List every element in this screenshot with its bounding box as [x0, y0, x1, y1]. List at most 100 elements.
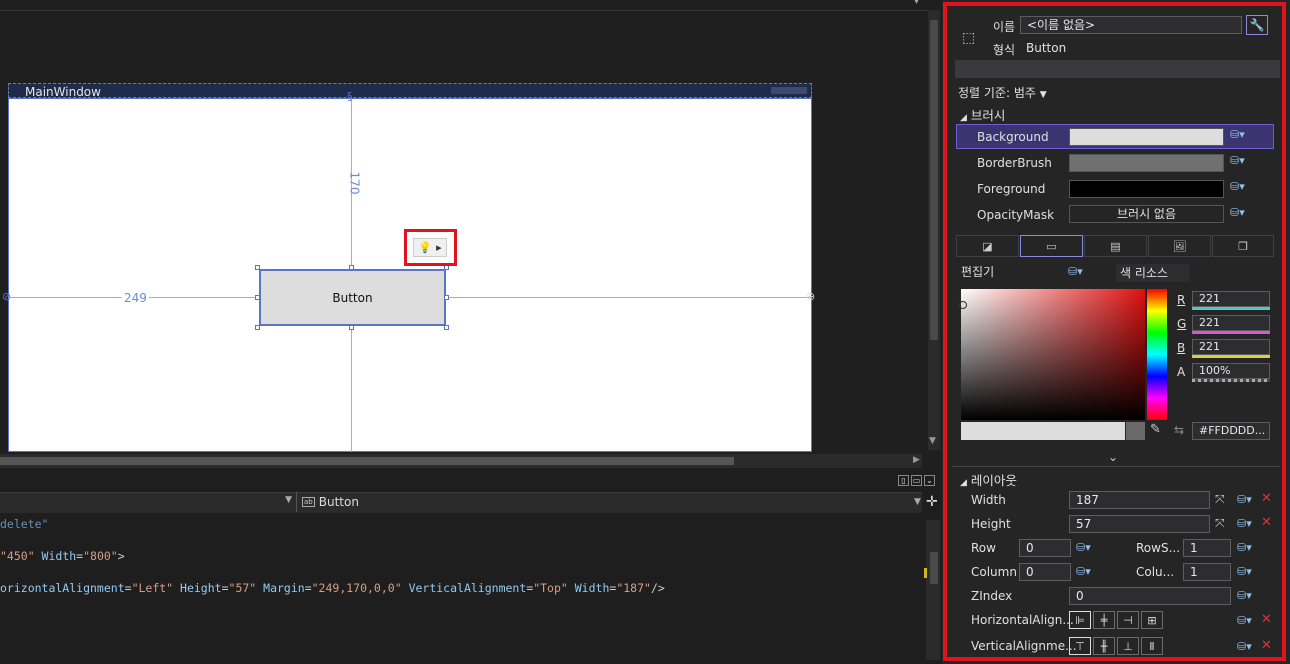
expand-chevron-icon[interactable]: ⌄ [1108, 450, 1118, 464]
top-anchor-icon[interactable]: § [347, 90, 353, 103]
zindex-field[interactable]: 0 [1069, 587, 1231, 605]
add-split-icon[interactable]: ✛ [926, 494, 938, 510]
element-dropdown[interactable]: ab Button [302, 495, 359, 509]
resource-dropdown-icon[interactable]: ⛁▾ [1237, 614, 1252, 627]
resize-handle[interactable] [255, 265, 260, 270]
name-field[interactable]: <이름 없음> [1020, 16, 1242, 34]
clear-value-icon[interactable]: ✕ [1261, 612, 1272, 627]
b-slider[interactable] [1192, 355, 1270, 358]
clear-value-icon[interactable]: ✕ [1261, 638, 1272, 653]
code-line-1[interactable]: delete" [0, 517, 48, 531]
resource-dropdown-icon[interactable]: ⛁▾ [1230, 154, 1245, 167]
swap-format-icon[interactable]: ⇆ [1174, 423, 1184, 437]
brush-section-header[interactable]: ◢ 브러시 [960, 105, 1005, 124]
resource-dropdown-icon[interactable]: ⛁▾ [1237, 565, 1252, 578]
no-brush-tab[interactable]: ◪ [956, 235, 1019, 257]
resource-dropdown-icon[interactable]: ⛁▾ [1230, 128, 1245, 141]
align-right-icon[interactable]: ⊣ [1117, 611, 1139, 629]
layout-section-header[interactable]: ◢ 레이아웃 [960, 470, 1017, 489]
split-view-controls: ▯ ▭ ⌄ [898, 475, 935, 486]
resize-handle[interactable] [444, 325, 449, 330]
color-cursor[interactable] [959, 301, 967, 309]
rowspan-field[interactable]: 1 [1183, 539, 1231, 557]
chevron-down-icon[interactable]: ▼ [914, 497, 921, 507]
resize-handle[interactable] [444, 295, 449, 300]
resize-handle[interactable] [255, 295, 260, 300]
selected-button[interactable]: Button [259, 269, 446, 326]
resource-dropdown-icon[interactable]: ⛁▾ [1237, 493, 1252, 506]
chevron-down-icon: ▼ [1039, 90, 1047, 100]
hue-slider[interactable] [1147, 289, 1167, 420]
align-vstretch-icon[interactable]: Ⅱ [1141, 637, 1163, 655]
a-slider[interactable] [1192, 379, 1270, 382]
height-field[interactable]: 57 [1069, 515, 1210, 533]
sort-by-dropdown[interactable]: 정렬 기준: 범주 ▼ [958, 84, 1047, 101]
scroll-down-arrow-icon[interactable]: ▼ [929, 436, 936, 446]
r-field[interactable]: 221 [1192, 291, 1270, 307]
r-label: R [1177, 293, 1186, 307]
code-line-3[interactable]: orizontalAlignment="Left" Height="57" Ma… [0, 581, 665, 595]
clear-value-icon[interactable]: ✕ [1261, 491, 1272, 506]
row-field[interactable]: 0 [1019, 539, 1071, 557]
color-resource-button[interactable]: 색 리소스 [1116, 264, 1190, 282]
width-field[interactable]: 187 [1069, 491, 1210, 509]
editor-resource-dropdown-icon[interactable]: ⛁▾ [1068, 265, 1083, 278]
resize-handle[interactable] [349, 325, 354, 330]
colspan-field[interactable]: 1 [1183, 563, 1231, 581]
align-center-icon[interactable]: ╪ [1093, 611, 1115, 629]
resource-dropdown-icon[interactable]: ⛁▾ [1237, 589, 1252, 602]
gradient-brush-tab[interactable]: ▤ [1084, 235, 1147, 257]
quick-actions-button[interactable]: 💡 ▸ [413, 238, 447, 257]
image-brush-tab[interactable]: 🖼 [1148, 235, 1211, 257]
g-field[interactable]: 221 [1192, 315, 1270, 331]
a-label: A [1177, 365, 1186, 379]
split-vertical-icon[interactable]: ▯ [898, 475, 909, 486]
align-middle-icon[interactable]: ╫ [1093, 637, 1115, 655]
left-anchor-icon[interactable]: ⊘ [2, 290, 11, 303]
chevron-down-icon[interactable]: ▾ [914, 0, 919, 7]
resize-handle[interactable] [349, 265, 354, 270]
resource-dropdown-icon[interactable]: ⛁▾ [1237, 541, 1252, 554]
solid-brush-tab[interactable]: ▭ [1020, 235, 1083, 257]
resource-dropdown-icon[interactable]: ⛁▾ [1076, 541, 1091, 554]
resource-dropdown-icon[interactable]: ⛁▾ [1230, 180, 1245, 193]
a-field[interactable]: 100% [1192, 363, 1270, 379]
b-field[interactable]: 221 [1192, 339, 1270, 355]
align-top-icon[interactable]: ⊤ [1069, 637, 1091, 655]
hex-value-field[interactable]: #FFDDDD... [1192, 422, 1270, 440]
horizontal-scroll-thumb[interactable] [0, 457, 734, 465]
wrench-icon[interactable]: 🔧 [1246, 15, 1268, 35]
r-slider[interactable] [1192, 307, 1270, 310]
vertical-scroll-thumb[interactable] [930, 20, 938, 340]
saturation-value-picker[interactable] [961, 289, 1145, 420]
auto-size-icon[interactable]: ⤧ [1215, 516, 1225, 531]
scope-dropdown[interactable]: ▼ [0, 492, 297, 512]
code-line-2[interactable]: "450" Width="800"> [0, 549, 125, 563]
collapse-pane-icon[interactable]: ⌄ [924, 475, 935, 486]
g-slider[interactable] [1192, 331, 1270, 334]
auto-size-icon[interactable]: ⤧ [1215, 492, 1225, 507]
split-horizontal-icon[interactable]: ▭ [911, 475, 922, 486]
editor-scrollbar[interactable] [926, 520, 940, 660]
eyedropper-icon[interactable]: ✎ [1150, 422, 1161, 437]
background-swatch[interactable] [1069, 128, 1224, 146]
resize-handle[interactable] [255, 325, 260, 330]
opacitymask-swatch[interactable]: 브러시 없음 [1069, 205, 1224, 223]
resource-brush-tab[interactable]: ❐ [1212, 235, 1274, 257]
element-picker-icon[interactable]: ⬚ [962, 30, 975, 46]
borderbrush-swatch[interactable] [1069, 154, 1224, 172]
clear-value-icon[interactable]: ✕ [1261, 515, 1272, 530]
align-stretch-icon[interactable]: ⊞ [1141, 611, 1163, 629]
resource-dropdown-icon[interactable]: ⛁▾ [1230, 206, 1245, 219]
foreground-swatch[interactable] [1069, 180, 1224, 198]
search-properties-input[interactable] [955, 60, 1280, 78]
align-bottom-icon[interactable]: ⊥ [1117, 637, 1139, 655]
align-left-icon[interactable]: ⊫ [1069, 611, 1091, 629]
scroll-right-arrow-icon[interactable]: ▶ [913, 455, 920, 465]
resource-dropdown-icon[interactable]: ⛁▾ [1076, 565, 1091, 578]
right-anchor-icon[interactable]: ⊖ [806, 290, 815, 303]
column-field[interactable]: 0 [1019, 563, 1071, 581]
resource-dropdown-icon[interactable]: ⛁▾ [1237, 640, 1252, 653]
resource-dropdown-icon[interactable]: ⛁▾ [1237, 517, 1252, 530]
window-title-bar[interactable]: MainWindow [8, 83, 812, 99]
